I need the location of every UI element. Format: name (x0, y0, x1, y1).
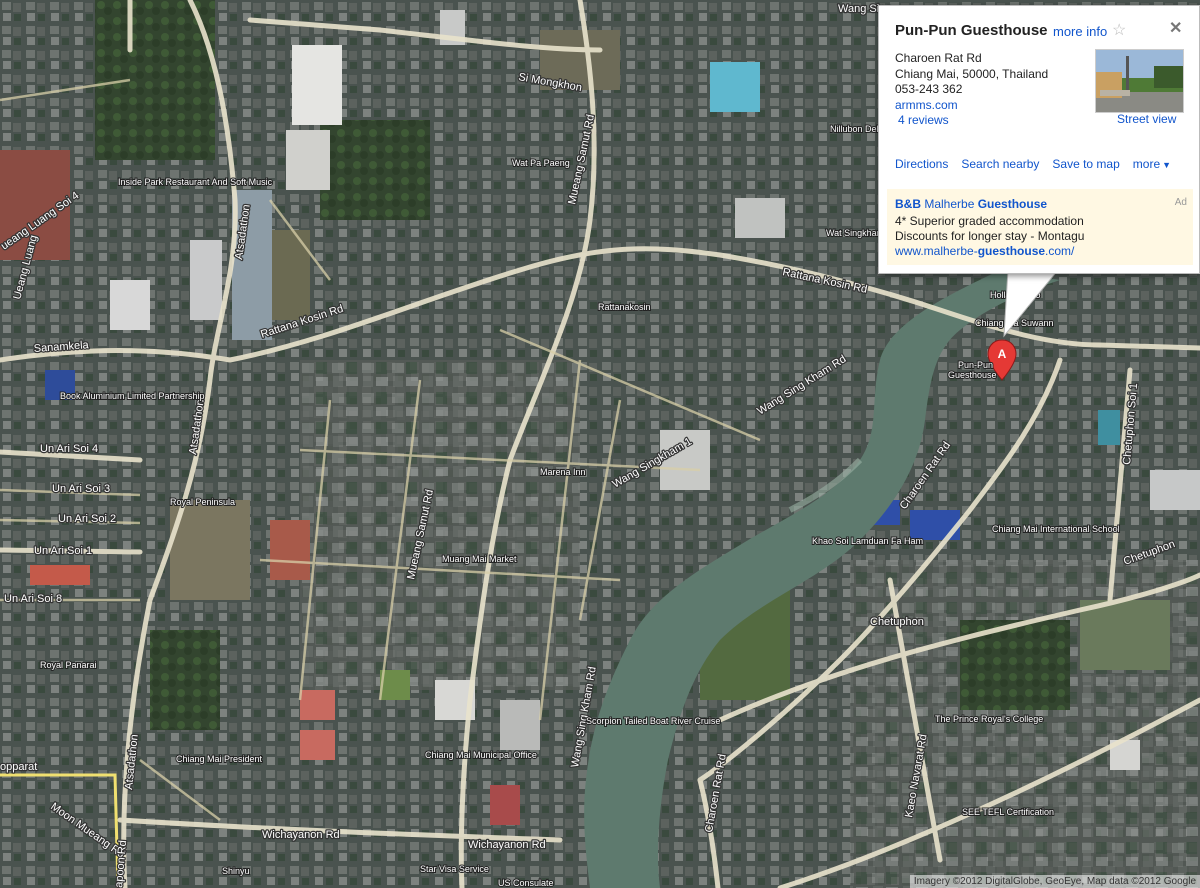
poi-book-aluminium: Book Aluminium Limited Partnership (60, 391, 205, 401)
sponsored-ad[interactable]: B&B Malherbe Guesthouse Ad 4* Superior g… (887, 189, 1193, 265)
poi-us-consulate: US Consulate (498, 878, 554, 888)
star-icon[interactable]: ☆ (1112, 20, 1126, 40)
search-nearby-link[interactable]: Search nearby (961, 157, 1039, 171)
poi-chiang-mai-intl-school: Chiang Mai International School (992, 524, 1120, 534)
more-info-link[interactable]: more info (1053, 24, 1107, 39)
chevron-down-icon: ▼ (1162, 160, 1172, 170)
poi-see-tefl: SEE TEFL Certification (962, 807, 1054, 817)
place-title: Pun-Pun Guesthouse (895, 22, 1048, 39)
map-copyright: Imagery ©2012 DigitalGlobe, GeoEye, Map … (909, 875, 1200, 888)
poi-chiang-mai-president: Chiang Mai President (176, 754, 263, 764)
ad-badge: Ad (1174, 197, 1187, 208)
road-label-un-ari-soi-8: Un Ari Soi 8 (4, 593, 62, 605)
info-window-pointer (1003, 270, 1060, 338)
address-city: Chiang Mai, 50000, Thailand (895, 66, 1049, 81)
poi-star-visa: Star Visa Service (420, 864, 489, 874)
phone-number: 053-243 362 (895, 82, 963, 96)
poi-royal-peninsula: Royal Peninsula (170, 497, 235, 507)
poi-royal-panarai: Royal Panarai (40, 660, 97, 670)
marker-label-line1: Pun-Pun (958, 360, 993, 370)
address-street: Charoen Rat Rd (895, 51, 982, 65)
road-label-un-ari-soi-2: Un Ari Soi 2 (58, 513, 116, 525)
marker-letter: A (998, 347, 1007, 361)
road-label-opparat: opparat (0, 761, 37, 773)
poi-prince-royals-college: The Prince Royal's College (935, 714, 1043, 724)
street-view-link[interactable]: Street view (1117, 112, 1176, 126)
ad-line-1: 4* Superior graded accommodation (895, 214, 1084, 228)
poi-inside-park: Inside Park Restaurant And Soft Music (118, 177, 273, 187)
place-address: Charoen Rat Rd Chiang Mai, 50000, Thaila… (895, 51, 1048, 129)
close-icon[interactable]: ✕ (1169, 18, 1182, 38)
road-label-un-ari-soi-4: Un Ari Soi 4 (40, 443, 98, 455)
road-label-un-ari-soi-3: Un Ari Soi 3 (52, 483, 110, 495)
road-label-wichayanon-west: Wichayanon Rd (262, 829, 340, 841)
road-label-wichayanon-east: Wichayanon Rd (468, 839, 546, 851)
more-actions-dropdown[interactable]: more ▼ (1133, 157, 1171, 171)
more-label: more (1132, 157, 1161, 171)
ad-line-2: Discounts for longer stay - Montagu (895, 229, 1085, 243)
save-to-map-link[interactable]: Save to map (1052, 157, 1119, 171)
reviews-link[interactable]: 4 reviews (895, 113, 1048, 129)
poi-khao-soi: Khao Soi Lamduan Fa Ham (812, 536, 923, 546)
poi-muang-mai-market: Muang Mai Market (442, 554, 517, 564)
road-label-chetuphon: Chetuphon (870, 616, 924, 628)
place-actions: Directions Search nearby Save to map mor… (895, 157, 1184, 171)
poi-scorpion-cruise: Scorpion Tailed Boat River Cruise (586, 716, 720, 726)
road-label-un-ari-soi-1: Un Ari Soi 1 (34, 545, 92, 557)
directions-link[interactable]: Directions (895, 157, 948, 171)
website-link[interactable]: armms.com (895, 98, 1048, 114)
place-info-window: Pun-Pun Guesthouse more info ☆ ✕ Charoen… (878, 5, 1200, 274)
poi-wat-pa-paeng: Wat Pa Paeng (512, 158, 570, 168)
poi-municipal-office: Chiang Mai Municipal Office (425, 750, 537, 760)
street-view-thumbnail[interactable] (1095, 49, 1184, 113)
poi-shinyu: Shinyu (222, 866, 250, 876)
ad-title[interactable]: B&B Malherbe Guesthouse (895, 197, 1047, 211)
poi-rattanakosin: Rattanakosin (598, 302, 651, 312)
ad-url[interactable]: www.malherbe-guesthouse.com/ (895, 244, 1074, 258)
marker-label-line2: Guesthouse (948, 370, 997, 380)
poi-marena-inn: Marena Inn (540, 467, 586, 477)
